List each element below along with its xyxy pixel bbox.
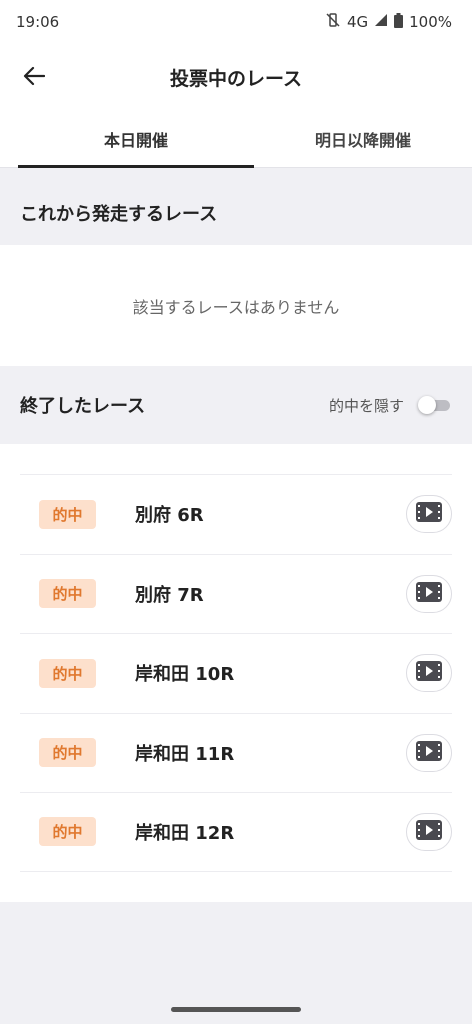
race-name: 岸和田 10R	[135, 664, 235, 686]
battery-percent: 100%	[409, 13, 452, 31]
hit-badge: 的中	[39, 579, 96, 609]
race-row[interactable]: 的中 岸和田 10R	[20, 633, 452, 713]
hide-hits-label: 的中を隠す	[328, 396, 404, 415]
race-row[interactable]: 的中 岸和田 12R	[20, 792, 452, 872]
finished-races-title: 終了したレース	[20, 396, 146, 417]
video-play-icon	[416, 502, 442, 526]
back-button[interactable]	[14, 58, 54, 98]
video-button[interactable]	[406, 574, 452, 613]
video-button[interactable]	[406, 733, 452, 772]
empty-message: 該当するレースはありません	[132, 297, 340, 317]
race-name: 岸和田 12R	[135, 822, 235, 844]
status-time: 19:06	[16, 13, 60, 31]
hide-hits-control: 的中を隠す	[329, 395, 452, 416]
race-name: 別府 6R	[135, 505, 204, 527]
status-icons: 4G 100%	[325, 12, 452, 32]
video-play-icon	[416, 819, 442, 844]
upcoming-races-header: これから発走するレース	[0, 181, 472, 245]
hit-badge: 的中	[39, 658, 96, 688]
status-bar: 19:06 4G 100%	[0, 0, 472, 44]
toggle-thumb	[418, 396, 436, 414]
video-button[interactable]	[406, 654, 452, 693]
network-type: 4G	[346, 13, 369, 31]
empty-state: 該当するレースはありません	[0, 245, 472, 366]
video-play-icon	[416, 581, 442, 606]
arrow-left-icon	[23, 66, 46, 90]
video-button[interactable]	[406, 495, 452, 534]
hit-badge: 的中	[39, 499, 96, 529]
finished-race-list: 的中 別府 6R 的中 別府 7R 的中 岸和田 10R 的中 岸和田 11R	[0, 444, 472, 902]
upcoming-races-title: これから発走するレース	[20, 204, 218, 225]
signal-icon	[374, 13, 388, 31]
hide-hits-toggle[interactable]	[418, 395, 452, 415]
tab-upcoming-days[interactable]: 明日以降開催	[254, 110, 472, 167]
race-row[interactable]: 的中 岸和田 11R	[20, 712, 452, 793]
battery-icon	[394, 12, 404, 32]
video-play-icon	[416, 740, 442, 765]
page-title: 投票中のレース	[169, 67, 303, 90]
finished-races-header: 終了したレース 的中を隠す	[0, 366, 472, 444]
hit-badge: 的中	[39, 738, 96, 768]
vibrate-off-icon	[325, 12, 341, 32]
race-row[interactable]: 的中 別府 6R	[20, 474, 452, 554]
race-name: 岸和田 11R	[135, 743, 235, 765]
tab-today[interactable]: 本日開催	[18, 110, 254, 168]
home-indicator[interactable]	[171, 1007, 301, 1012]
app-bar: 投票中のレース	[0, 44, 472, 110]
video-play-icon	[416, 661, 442, 685]
video-button[interactable]	[406, 812, 452, 851]
hit-badge: 的中	[39, 817, 96, 847]
race-name: 別府 7R	[135, 584, 204, 606]
race-row[interactable]: 的中 別府 7R	[20, 553, 452, 634]
tab-bar: 本日開催 明日以降開催	[0, 110, 472, 168]
